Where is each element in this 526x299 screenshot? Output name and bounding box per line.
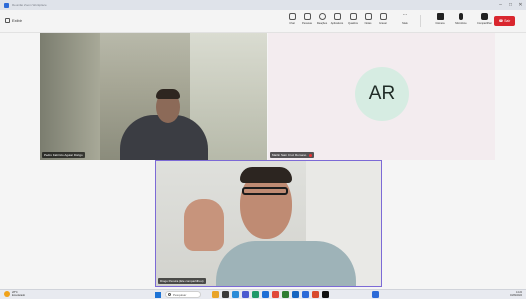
share-button[interactable]: Compartilhar (477, 13, 492, 25)
apps-button[interactable]: Aplicativos (330, 13, 344, 25)
record-icon (379, 13, 387, 20)
taskbar-app-icon[interactable] (212, 291, 219, 298)
taskbar-app-icon[interactable] (312, 291, 319, 298)
more-button[interactable]: ··· Mais (398, 12, 412, 26)
start-button[interactable] (155, 292, 161, 298)
participant-video-hair (240, 167, 292, 183)
participant-name: Diogo Pereira (Ele compartilhou) (158, 278, 206, 284)
taskbar-app-icon[interactable] (322, 291, 329, 298)
close-icon[interactable]: ✕ (517, 1, 524, 9)
taskbar-app-icon[interactable] (232, 291, 239, 298)
participant-name-bar: Marlin Sain Cruz Romano (270, 152, 315, 158)
title-bar: Reunião Zoom Workplace – □ ✕ (0, 0, 526, 10)
video-tile-active-speaker[interactable]: Diogo Pereira (Ele compartilhou) (155, 160, 382, 287)
taskbar-app-icon[interactable] (292, 291, 299, 298)
reactions-icon (318, 13, 326, 20)
microphone-icon (459, 13, 463, 20)
taskbar-app-icon[interactable] (252, 291, 259, 298)
leave-label: Sair (504, 19, 511, 23)
participant-avatar: AR (355, 67, 409, 121)
muted-mic-icon (309, 153, 313, 157)
taskbar-app-icon[interactable] (262, 291, 269, 298)
taskbar-app-icon[interactable] (302, 291, 309, 298)
camera-button[interactable]: Câmera (433, 13, 447, 25)
taskbar-app-icon[interactable] (282, 291, 289, 298)
taskbar-app-icon[interactable] (222, 291, 229, 298)
record-button[interactable]: Gravar (376, 13, 390, 25)
view-button[interactable]: Exibir (5, 18, 22, 23)
leave-button[interactable]: ☎ Sair (494, 16, 515, 26)
people-icon (303, 13, 311, 20)
apps-icon (333, 13, 341, 20)
chat-icon (288, 13, 296, 20)
video-tile-1[interactable]: Pedro Fabrício Aguiar Dórigo (40, 33, 267, 160)
zoom-app-icon (4, 2, 9, 8)
participant-video-hand (184, 199, 224, 251)
clock-date: 04/09/2024 (510, 294, 522, 297)
chat-button[interactable]: Chat (285, 13, 299, 25)
microphone-button[interactable]: Microfone (454, 13, 468, 25)
maximize-icon[interactable]: □ (507, 1, 514, 9)
phone-icon: ☎ (498, 19, 504, 23)
participant-video-hair (156, 89, 180, 99)
meeting-toolbar: Exibir Chat Pessoas Reações Aplicativos … (0, 10, 526, 33)
video-tile-2[interactable]: AR Marlin Sain Cruz Romano (268, 33, 495, 160)
toolbar-divider (420, 15, 421, 27)
taskbar-app-icon[interactable] (272, 291, 279, 298)
video-background (40, 33, 100, 160)
participant-name: Marlin Sain Cruz Romano (272, 153, 307, 157)
share-icon (480, 13, 488, 20)
search-icon (168, 293, 171, 296)
camera-icon (436, 13, 444, 20)
window-title: Reunião Zoom Workplace (12, 3, 47, 7)
participant-video (216, 241, 356, 286)
notes-icon (364, 13, 372, 20)
participant-name: Pedro Fabrício Aguiar Dórigo (42, 152, 85, 158)
whiteboards-button[interactable]: Quadros (346, 13, 360, 25)
weather-desc: Ensolarado (12, 294, 26, 297)
search-placeholder: Pesquisar (173, 292, 187, 297)
system-tray-clock[interactable]: 14:22 04/09/2024 (510, 291, 522, 297)
weather-text: 28°C Ensolarado (12, 291, 25, 297)
taskbar: 28°C Ensolarado Pesquisar 14:22 04/09/20… (0, 289, 526, 299)
view-label: Exibir (12, 18, 23, 23)
sun-icon (4, 291, 10, 297)
taskbar-search[interactable]: Pesquisar (165, 291, 201, 298)
taskbar-app-icon[interactable] (242, 291, 249, 298)
zoom-taskbar-icon[interactable] (372, 291, 379, 298)
grid-view-icon (5, 18, 10, 23)
participant-video-glasses (242, 187, 288, 195)
reactions-button[interactable]: Reações (315, 13, 329, 25)
people-button[interactable]: Pessoas (300, 13, 314, 25)
notes-button[interactable]: Notas (361, 13, 375, 25)
minimize-icon[interactable]: – (497, 1, 504, 9)
more-icon: ··· (402, 12, 408, 18)
weather-widget[interactable]: 28°C Ensolarado (4, 291, 25, 297)
whiteboards-icon (349, 13, 357, 20)
window-controls: – □ ✕ (497, 1, 524, 9)
